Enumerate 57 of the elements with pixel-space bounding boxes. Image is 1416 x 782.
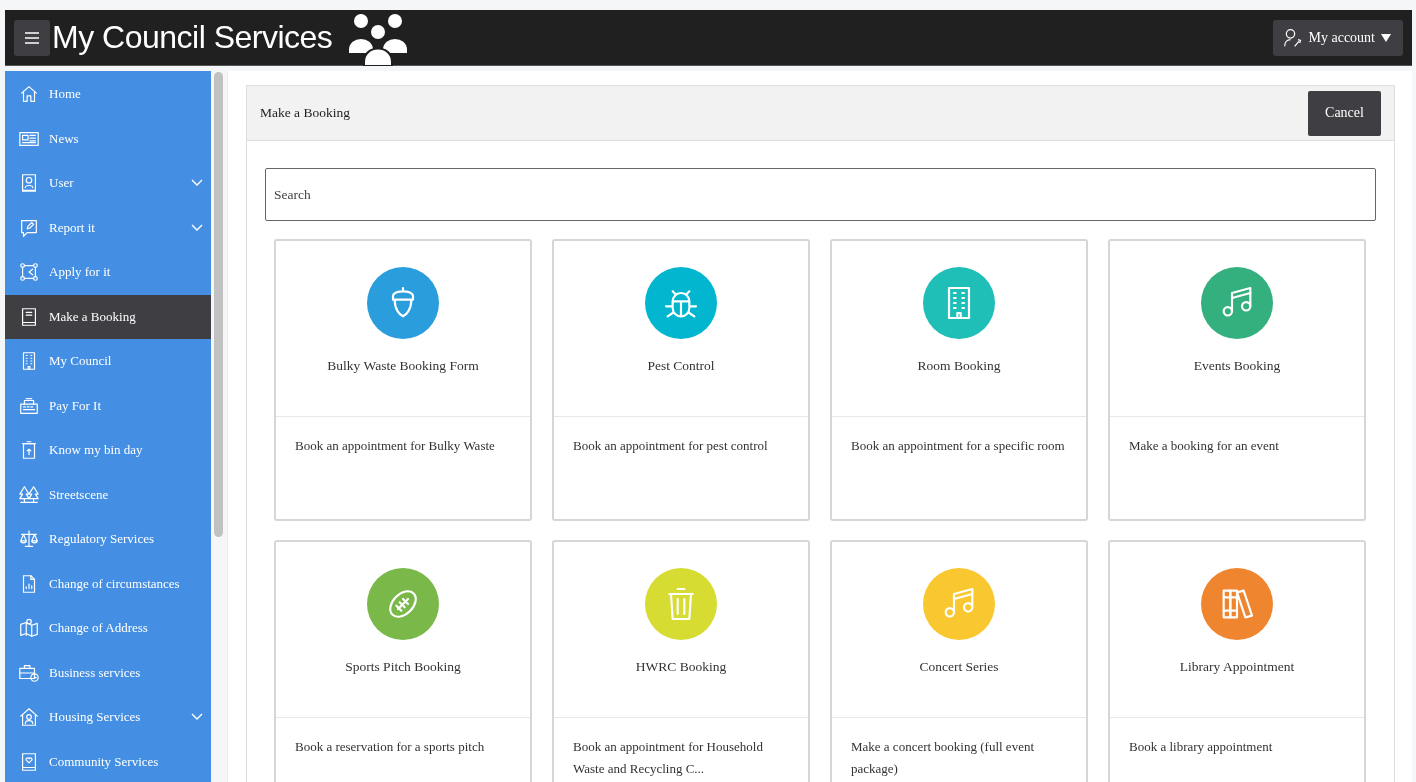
sidebar-item[interactable]: Change of circumstances (5, 561, 211, 606)
card-title: Pest Control (647, 358, 715, 374)
sidebar-icon (18, 261, 40, 284)
booking-card[interactable]: Sports Pitch Booking Book a reservation for a sports pitch (274, 540, 532, 782)
sidebar-item[interactable]: Apply for it (5, 250, 211, 295)
sidebar-item[interactable]: Home (5, 72, 211, 117)
card-description: Book a reservation for a sports pitch (295, 739, 485, 754)
booking-card[interactable]: Bulky Waste Booking Form Book an appointment for Bulky Waste (274, 239, 532, 521)
cancel-button[interactable]: Cancel (1308, 90, 1381, 136)
sidebar-item[interactable]: My Council (5, 339, 211, 384)
card-title: Bulky Waste Booking Form (327, 358, 479, 374)
search-field[interactable]: Search (265, 168, 1376, 221)
sidebar-item[interactable]: Pay For It (5, 383, 211, 428)
sidebar-item[interactable]: Know my bin day (5, 428, 211, 473)
booking-card[interactable]: Library Appointment Book a library appointment (1108, 540, 1366, 782)
account-button[interactable]: My account (1272, 19, 1403, 56)
sidebar-item[interactable]: Make a Booking (5, 294, 211, 339)
card-title: Room Booking (917, 358, 1001, 374)
sidebar-icon (18, 617, 40, 640)
user-wrench-icon (1282, 27, 1303, 48)
card-title: HWRC Booking (635, 659, 727, 675)
card-description: Make a booking for an event (1129, 438, 1279, 453)
sidebar-icon (18, 706, 40, 729)
card-description: Book a library appointment (1129, 739, 1273, 754)
card-description: Book an appointment for Household Waste and Recycling C... (573, 739, 763, 776)
card-description: Make a concert booking (full event package) (851, 739, 1034, 776)
panel-title: Make a Booking (260, 105, 350, 121)
chevron-down-icon (191, 179, 203, 188)
card-title: Library Appointment (1179, 659, 1295, 675)
scrollbar-thumb[interactable] (214, 72, 223, 537)
booking-card[interactable]: Pest Control Book an appointment for pest control (552, 239, 810, 521)
sidebar-item[interactable]: News (5, 116, 211, 161)
menu-button[interactable] (14, 19, 50, 56)
sidebar-item[interactable]: Report it (5, 205, 211, 250)
card-title: Concert Series (919, 659, 999, 675)
card-description: Book an appointment for Bulky Waste (295, 438, 495, 453)
chevron-down-icon (191, 223, 203, 232)
app-title: My Council Services (52, 19, 333, 56)
menu-icon (24, 30, 40, 45)
sidebar-item[interactable]: Business services (5, 650, 211, 695)
caret-icon (1381, 33, 1391, 42)
card-description: Book an appointment for a specific room (851, 438, 1065, 453)
booking-card[interactable]: Events Booking Make a booking for an event (1108, 239, 1366, 521)
sidebar-item[interactable]: Change of Address (5, 606, 211, 651)
chevron-down-icon (191, 713, 203, 722)
sidebar-item[interactable]: Housing Services (5, 695, 211, 740)
card-title: Events Booking (1193, 358, 1281, 374)
sidebar-item[interactable]: Streetscene (5, 472, 211, 517)
booking-card[interactable]: Room Booking Book an appointment for a specific room (830, 239, 1088, 521)
card-description: Book an appointment for pest control (573, 438, 768, 453)
card-title: Sports Pitch Booking (345, 659, 461, 675)
sidebar-icon (18, 483, 40, 506)
sidebar-item[interactable]: Community Services (5, 739, 211, 782)
sidebar-item[interactable]: User (5, 161, 211, 206)
booking-card[interactable]: Concert Series Make a concert booking (full event package) (830, 540, 1088, 782)
booking-card[interactable]: HWRC Booking Book an appointment for Household Waste and Recycling C... (552, 540, 810, 782)
sidebar-item[interactable]: Regulatory Services (5, 517, 211, 562)
